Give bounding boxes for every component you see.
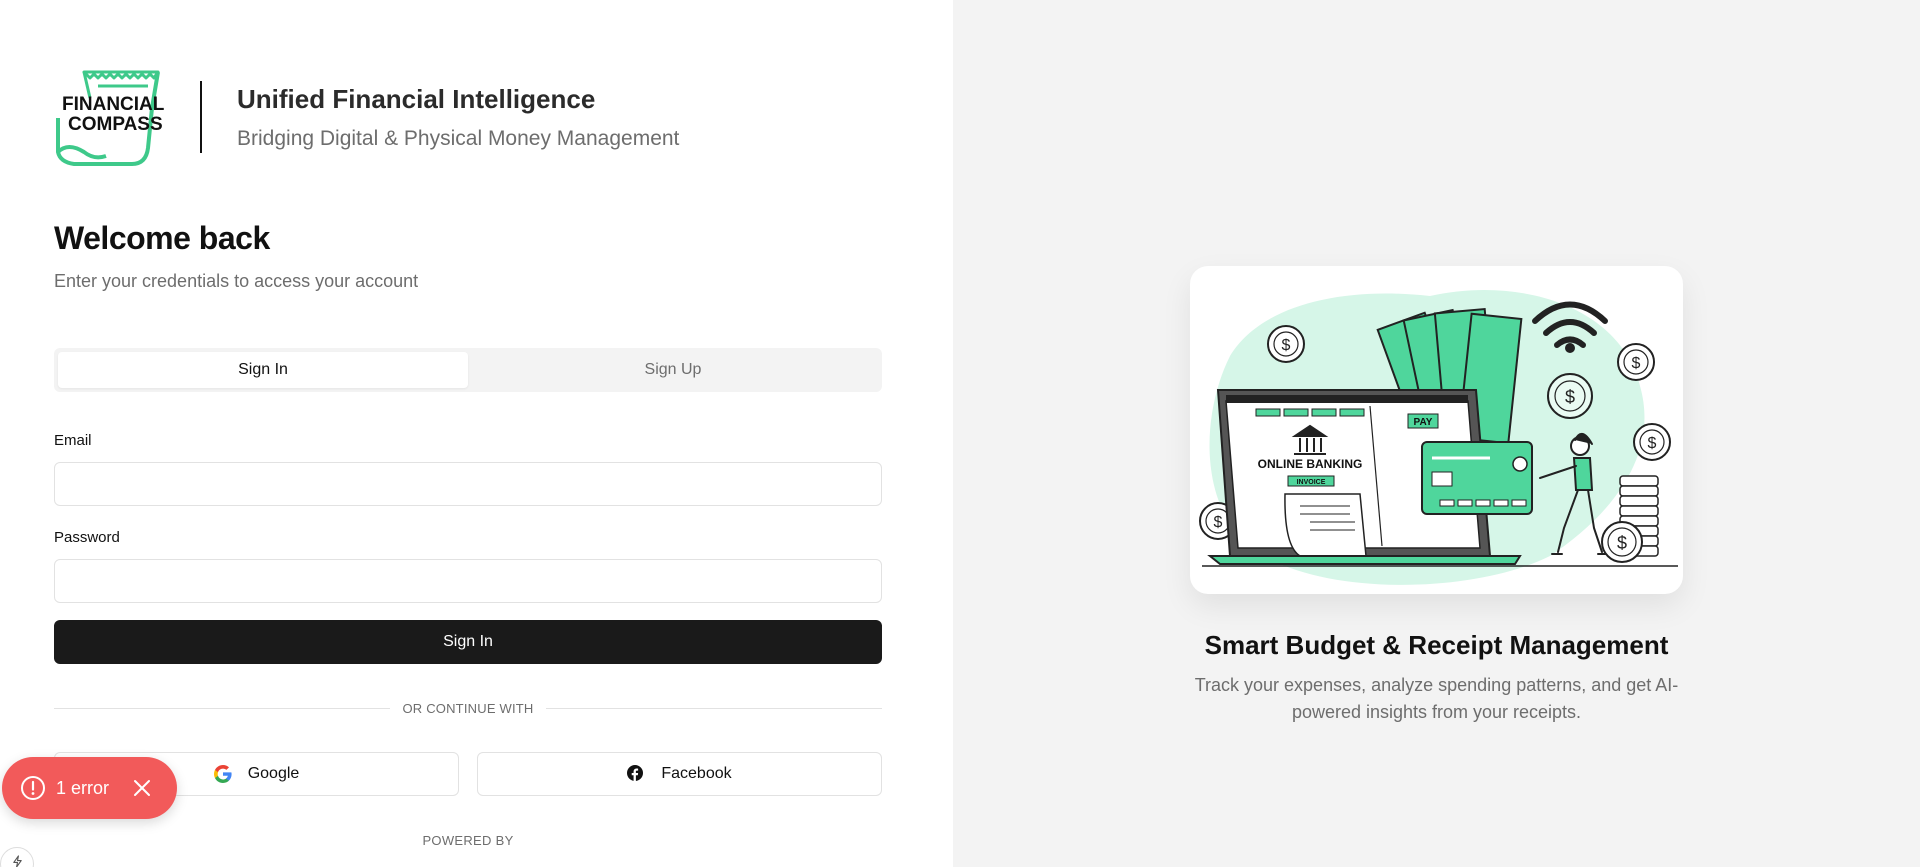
google-label: Google: [247, 765, 300, 782]
error-toast[interactable]: 1 error: [2, 757, 177, 819]
divider-line-right: [545, 707, 882, 709]
password-field[interactable]: [54, 559, 882, 603]
svg-text:$: $: [1617, 533, 1627, 553]
powered-by-text: POWERED BY: [422, 833, 514, 848]
coin-icon: $: [1601, 521, 1643, 563]
logo-text-line2: COMPASS: [68, 114, 163, 135]
alert-circle-icon: [21, 776, 45, 800]
page-subtitle: Enter your credentials to access your ac…: [54, 271, 419, 291]
brand-text: Unified Financial Intelligence Bridging …: [237, 84, 679, 151]
auth-panel: FINANCIAL COMPASS Unified Financial Inte…: [0, 0, 953, 867]
logo-text-line1: FINANCIAL: [62, 94, 164, 115]
divider-line-left: [54, 707, 391, 709]
brand-title: Unified Financial Intelligence: [237, 83, 596, 114]
email-label: Email: [54, 432, 92, 449]
email-field[interactable]: [54, 462, 882, 506]
facebook-login-button[interactable]: Facebook: [477, 752, 882, 796]
password-label: Password: [54, 529, 120, 546]
coin-icon: $: [1633, 423, 1671, 461]
brand-header: FINANCIAL COMPASS Unified Financial Inte…: [54, 68, 679, 166]
facebook-label: Facebook: [661, 765, 732, 782]
hero-description: Track your expenses, analyze spending pa…: [1194, 675, 1679, 722]
invoice-label: INVOICE: [1297, 479, 1326, 486]
sign-in-button[interactable]: Sign In: [54, 620, 882, 664]
divider-text: OR CONTINUE WITH: [402, 700, 534, 716]
online-banking-label: ONLINE BANKING: [1258, 457, 1363, 471]
illustration-card: $ $ $ $ $ ONLINE BANKING INVOICE PAY $: [1190, 266, 1683, 594]
svg-text:$: $: [1214, 514, 1223, 531]
svg-text:$: $: [1648, 435, 1657, 452]
brand-divider: [200, 81, 202, 153]
lightning-icon: [12, 855, 22, 867]
online-banking-illustration: $ $ $ $ $ ONLINE BANKING INVOICE PAY $: [1199, 290, 1678, 585]
auth-tabs: Sign In Sign Up: [54, 348, 882, 392]
svg-text:$: $: [1282, 337, 1291, 354]
tab-sign-up[interactable]: Sign Up: [468, 352, 878, 388]
svg-text:$: $: [1632, 355, 1641, 372]
tab-sign-in[interactable]: Sign In: [58, 352, 468, 388]
close-icon[interactable]: [133, 779, 151, 797]
hero-title: Smart Budget & Receipt Management: [1204, 630, 1669, 660]
pay-label: PAY: [1414, 417, 1433, 428]
coin-icon: $: [1547, 373, 1593, 419]
financial-compass-logo: FINANCIAL COMPASS: [56, 70, 164, 166]
facebook-icon: [627, 765, 645, 783]
coin-icon: $: [1617, 343, 1655, 381]
google-icon: [213, 765, 232, 783]
social-divider: OR CONTINUE WITH: [54, 700, 882, 716]
coin-icon: $: [1267, 325, 1305, 363]
brand-subtitle: Bridging Digital & Physical Money Manage…: [237, 126, 680, 150]
toast-text: 1 error: [56, 777, 110, 798]
page-title: Welcome back: [54, 220, 270, 256]
svg-text:$: $: [1565, 387, 1575, 407]
